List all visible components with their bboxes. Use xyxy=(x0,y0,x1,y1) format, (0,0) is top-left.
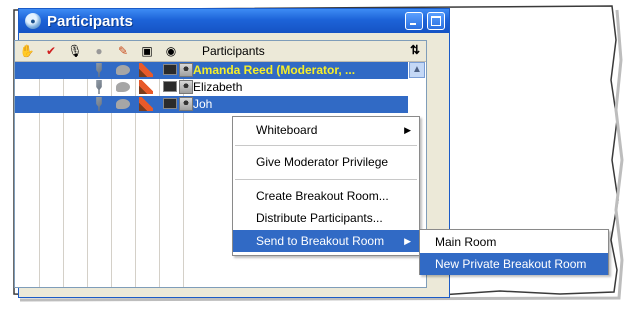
person-icon xyxy=(179,80,193,94)
microphone-icon xyxy=(96,63,102,77)
person-icon xyxy=(179,63,193,77)
scroll-up-button[interactable]: ▲ xyxy=(409,62,425,78)
submenu-item-main-room[interactable]: Main Room xyxy=(420,231,608,253)
menu-separator xyxy=(235,179,417,180)
participant-name: Elizabeth xyxy=(193,80,243,94)
window-title: Participants xyxy=(47,12,133,30)
minimize-button[interactable] xyxy=(405,12,423,30)
participant-row-amanda[interactable]: Amanda Reed (Moderator, ... xyxy=(15,62,408,79)
pencil-icon[interactable]: ✎ xyxy=(115,43,131,59)
participant-name: Amanda Reed (Moderator, ... xyxy=(193,63,356,77)
menu-item-label: Give Moderator Privilege xyxy=(256,155,389,169)
person-icon[interactable]: ◉ xyxy=(163,43,179,59)
person-icon xyxy=(179,97,193,111)
menu-item-whiteboard[interactable]: Whiteboard ▶ xyxy=(233,119,419,141)
menu-item-create-breakout-room[interactable]: Create Breakout Room... xyxy=(233,185,419,207)
chat-icon xyxy=(116,99,130,109)
participants-column-header[interactable]: Participants xyxy=(202,44,265,58)
title-bar[interactable]: ● Participants xyxy=(19,9,449,33)
list-header: ✋ ✔ 🎙 ● ✎ ▣ ◉ Participants ⇅ xyxy=(15,41,426,62)
participant-row-john[interactable]: Joh xyxy=(15,96,408,113)
permission-icon[interactable]: ✔ xyxy=(43,43,59,59)
maximize-button[interactable] xyxy=(427,12,445,30)
monitor-icon[interactable]: ▣ xyxy=(139,43,155,59)
participant-row-elizabeth[interactable]: Elizabeth xyxy=(15,79,408,96)
menu-item-label: Main Room xyxy=(435,235,497,249)
menu-item-distribute-participants[interactable]: Distribute Participants... xyxy=(233,207,419,229)
chat-icon xyxy=(116,82,130,92)
sort-icon[interactable]: ⇅ xyxy=(410,43,420,57)
pencil-icon xyxy=(139,80,153,94)
menu-item-label: Whiteboard xyxy=(256,123,318,137)
pencil-icon xyxy=(139,63,153,77)
chat-icon xyxy=(116,65,130,75)
participants-app-icon: ● xyxy=(25,13,41,29)
chat-icon[interactable]: ● xyxy=(91,43,107,59)
menu-item-give-moderator-privilege[interactable]: Give Moderator Privilege xyxy=(233,151,419,173)
submenu-arrow-icon: ▶ xyxy=(404,236,411,246)
submenu-item-new-private-breakout-room[interactable]: New Private Breakout Room xyxy=(420,253,608,275)
breakout-submenu: Main Room New Private Breakout Room xyxy=(419,229,609,275)
microphone-icon xyxy=(96,80,102,94)
raise-hand-icon[interactable]: ✋ xyxy=(19,43,35,59)
submenu-arrow-icon: ▶ xyxy=(404,125,411,135)
pencil-icon xyxy=(139,97,153,111)
menu-item-label: Create Breakout Room... xyxy=(256,189,389,203)
monitor-icon xyxy=(163,81,177,92)
menu-item-send-to-breakout-room[interactable]: Send to Breakout Room ▶ xyxy=(233,230,419,252)
menu-item-label: New Private Breakout Room xyxy=(435,257,587,271)
monitor-icon xyxy=(163,64,177,75)
menu-item-label: Send to Breakout Room xyxy=(256,234,385,248)
microphone-icon[interactable]: 🎙 xyxy=(67,43,83,59)
context-menu: Whiteboard ▶ Give Moderator Privilege Cr… xyxy=(232,116,420,256)
monitor-icon xyxy=(163,98,177,109)
participant-name: Joh xyxy=(193,97,213,111)
menu-item-label: Distribute Participants... xyxy=(256,211,383,225)
menu-separator xyxy=(235,145,417,146)
microphone-icon xyxy=(96,97,102,111)
